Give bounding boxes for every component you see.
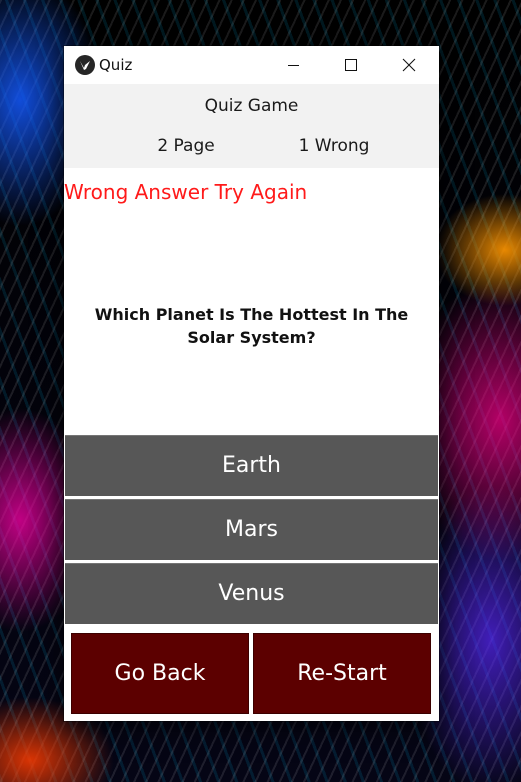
close-icon [402, 58, 416, 72]
minimize-button[interactable] [264, 46, 322, 84]
answer-button-mars[interactable]: Mars [65, 499, 438, 560]
quiz-header: Quiz Game 2 Page 1 Wrong [64, 84, 439, 168]
page-counter: 2 Page [157, 136, 215, 156]
answer-button-earth[interactable]: Earth [65, 435, 438, 496]
quiz-window: Quiz Quiz Game 2 Page 1 Wrong Wrong Answ… [64, 46, 439, 721]
window-title: Quiz [99, 56, 133, 74]
title-bar[interactable]: Quiz [64, 46, 439, 84]
footer-controls: Go Back Re-Start [64, 626, 439, 721]
restart-button[interactable]: Re-Start [253, 633, 431, 714]
close-button[interactable] [380, 46, 438, 84]
minimize-icon [288, 65, 299, 66]
desktop-background: Quiz Quiz Game 2 Page 1 Wrong Wrong Answ… [0, 0, 521, 782]
feedback-message: Wrong Answer Try Again [64, 180, 308, 204]
maximize-button[interactable] [322, 46, 380, 84]
kivy-logo-icon [75, 55, 95, 75]
game-title: Quiz Game [204, 96, 299, 116]
answer-button-venus[interactable]: Venus [65, 563, 438, 624]
question-text: Which Planet Is The Hottest In The Solar… [94, 305, 409, 347]
wrong-counter: 1 Wrong [298, 136, 370, 156]
go-back-button[interactable]: Go Back [71, 633, 249, 714]
maximize-icon [345, 59, 357, 71]
